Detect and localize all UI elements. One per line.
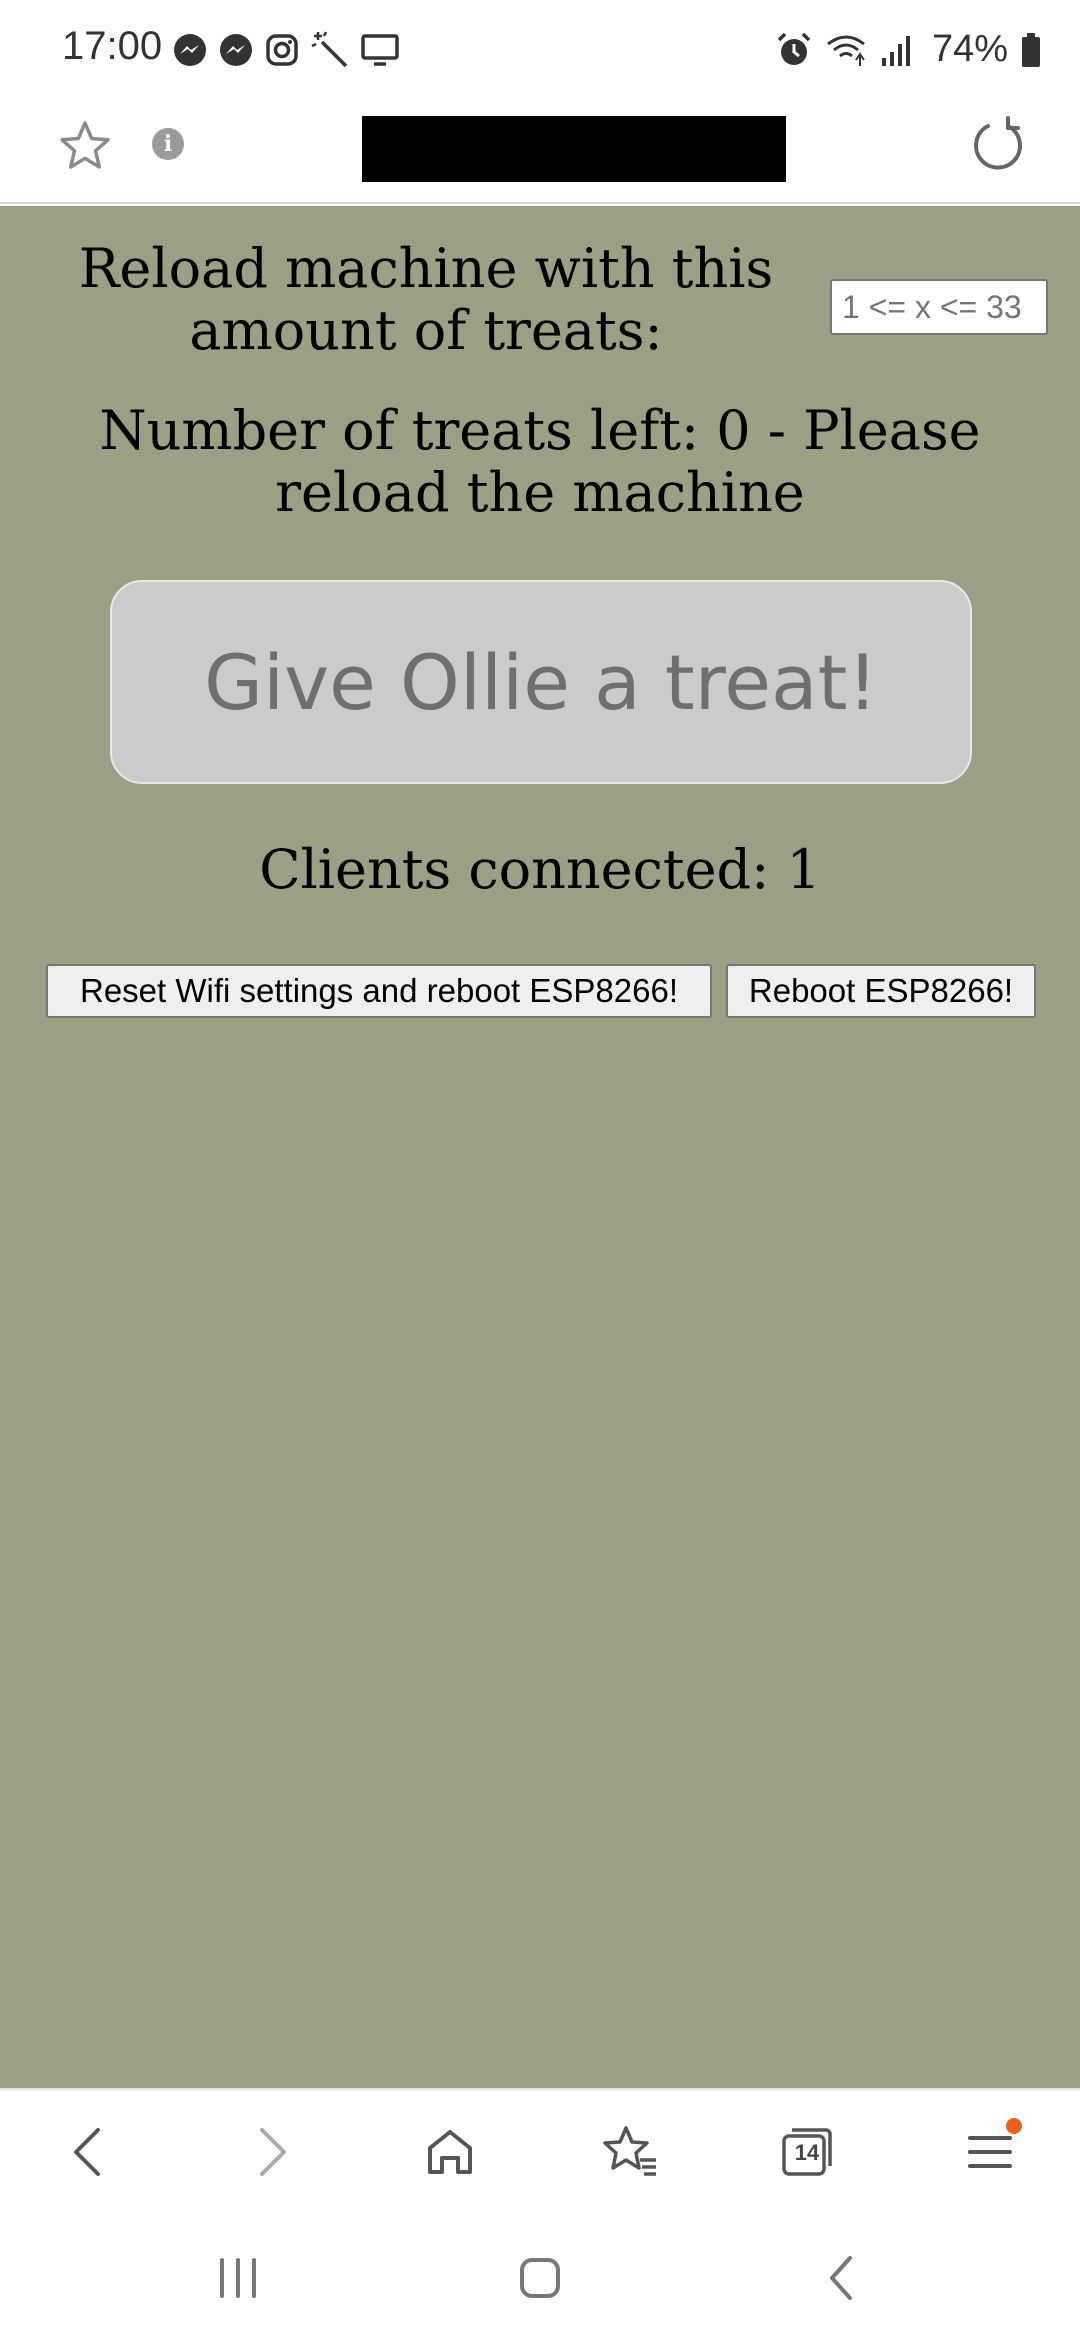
menu-icon bbox=[968, 2136, 1012, 2168]
back-button[interactable] bbox=[52, 2116, 124, 2188]
treats-left-status: Number of treats left: 0 - Please reload… bbox=[99, 399, 981, 524]
info-icon[interactable]: i bbox=[152, 128, 184, 160]
reload-button[interactable] bbox=[968, 116, 1024, 176]
battery-icon bbox=[1022, 32, 1040, 67]
messenger-icon bbox=[220, 34, 252, 66]
status-time: 17:00 bbox=[62, 24, 163, 68]
url-field-redacted[interactable] bbox=[362, 116, 786, 182]
bookmarks-icon bbox=[603, 2126, 656, 2176]
star-icon bbox=[60, 121, 110, 169]
status-bar: 17:00 74% bbox=[0, 0, 1080, 100]
screen-icon bbox=[361, 34, 399, 66]
reboot-button[interactable]: Reboot ESP8266! bbox=[726, 964, 1036, 1018]
tabs-button[interactable]: 14 bbox=[772, 2116, 844, 2188]
browser-bottom-bar: 14 bbox=[0, 2088, 1080, 2216]
messenger-icon bbox=[174, 34, 206, 66]
bookmarks-button[interactable] bbox=[594, 2116, 666, 2188]
clients-connected: Clients connected: 1 bbox=[259, 838, 821, 901]
reload-label: Reload machine with this amount of treat… bbox=[78, 237, 774, 362]
tab-count: 14 bbox=[794, 2140, 820, 2165]
notification-icons bbox=[172, 30, 400, 70]
reset-wifi-button[interactable]: Reset Wifi settings and reboot ESP8266! bbox=[46, 964, 712, 1018]
browser-toolbar: i bbox=[0, 100, 1080, 204]
forward-icon bbox=[260, 2128, 286, 2176]
system-nav-bar bbox=[0, 2216, 1080, 2340]
recents-button[interactable] bbox=[206, 2246, 270, 2310]
system-status-icons: 74% bbox=[776, 28, 1042, 71]
give-treat-button[interactable]: Give Ollie a treat! bbox=[110, 580, 972, 784]
reload-row: Reload machine with this amount of treat… bbox=[0, 224, 1080, 362]
menu-button[interactable] bbox=[954, 2116, 1026, 2188]
bookmark-star-button[interactable] bbox=[56, 118, 114, 176]
home-button[interactable] bbox=[414, 2116, 486, 2188]
treat-amount-input[interactable] bbox=[830, 279, 1048, 335]
back-icon bbox=[830, 2256, 852, 2300]
alarm-icon bbox=[777, 32, 811, 65]
instagram-icon bbox=[266, 34, 298, 66]
back-icon bbox=[74, 2128, 100, 2176]
home-icon bbox=[428, 2130, 472, 2174]
system-back-button[interactable] bbox=[810, 2246, 874, 2310]
page-content: Reload machine with this amount of treat… bbox=[0, 206, 1080, 2088]
wifi-icon bbox=[827, 35, 865, 66]
recents-icon bbox=[220, 2258, 256, 2298]
forward-button[interactable] bbox=[236, 2116, 308, 2188]
reload-icon bbox=[974, 116, 1022, 170]
signal-icon bbox=[881, 35, 910, 66]
notification-dot bbox=[1006, 2118, 1022, 2134]
magic-wand-icon bbox=[311, 31, 348, 68]
home-icon bbox=[520, 2258, 560, 2298]
battery-percent: 74% bbox=[931, 28, 1008, 70]
system-home-button[interactable] bbox=[508, 2246, 572, 2310]
